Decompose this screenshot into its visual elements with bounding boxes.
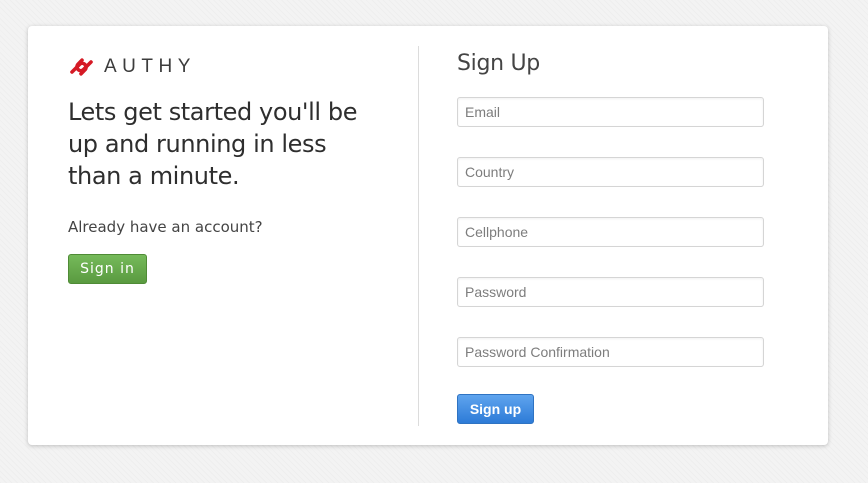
brand-logo: AUTHY xyxy=(68,54,388,80)
email-field[interactable] xyxy=(457,97,764,127)
cellphone-field[interactable] xyxy=(457,217,764,247)
authy-logo-icon xyxy=(70,58,93,76)
already-account-text: Already have an account? xyxy=(68,218,263,236)
password-confirmation-field[interactable] xyxy=(457,337,764,367)
signup-title: Sign Up xyxy=(457,51,540,76)
sign-in-button[interactable]: Sign in xyxy=(68,254,147,284)
intro-headline: Lets get started you'll be up and runnin… xyxy=(68,98,358,190)
signup-form: Sign Up Sign up xyxy=(457,50,777,424)
brand-name: AUTHY xyxy=(104,56,196,77)
country-field[interactable] xyxy=(457,157,764,187)
panel-divider xyxy=(418,46,419,426)
password-field[interactable] xyxy=(457,277,764,307)
signup-card: AUTHY Lets get started you'll be up and … xyxy=(28,26,828,445)
sign-up-button[interactable]: Sign up xyxy=(457,394,534,424)
intro-panel: AUTHY Lets get started you'll be up and … xyxy=(68,54,388,284)
